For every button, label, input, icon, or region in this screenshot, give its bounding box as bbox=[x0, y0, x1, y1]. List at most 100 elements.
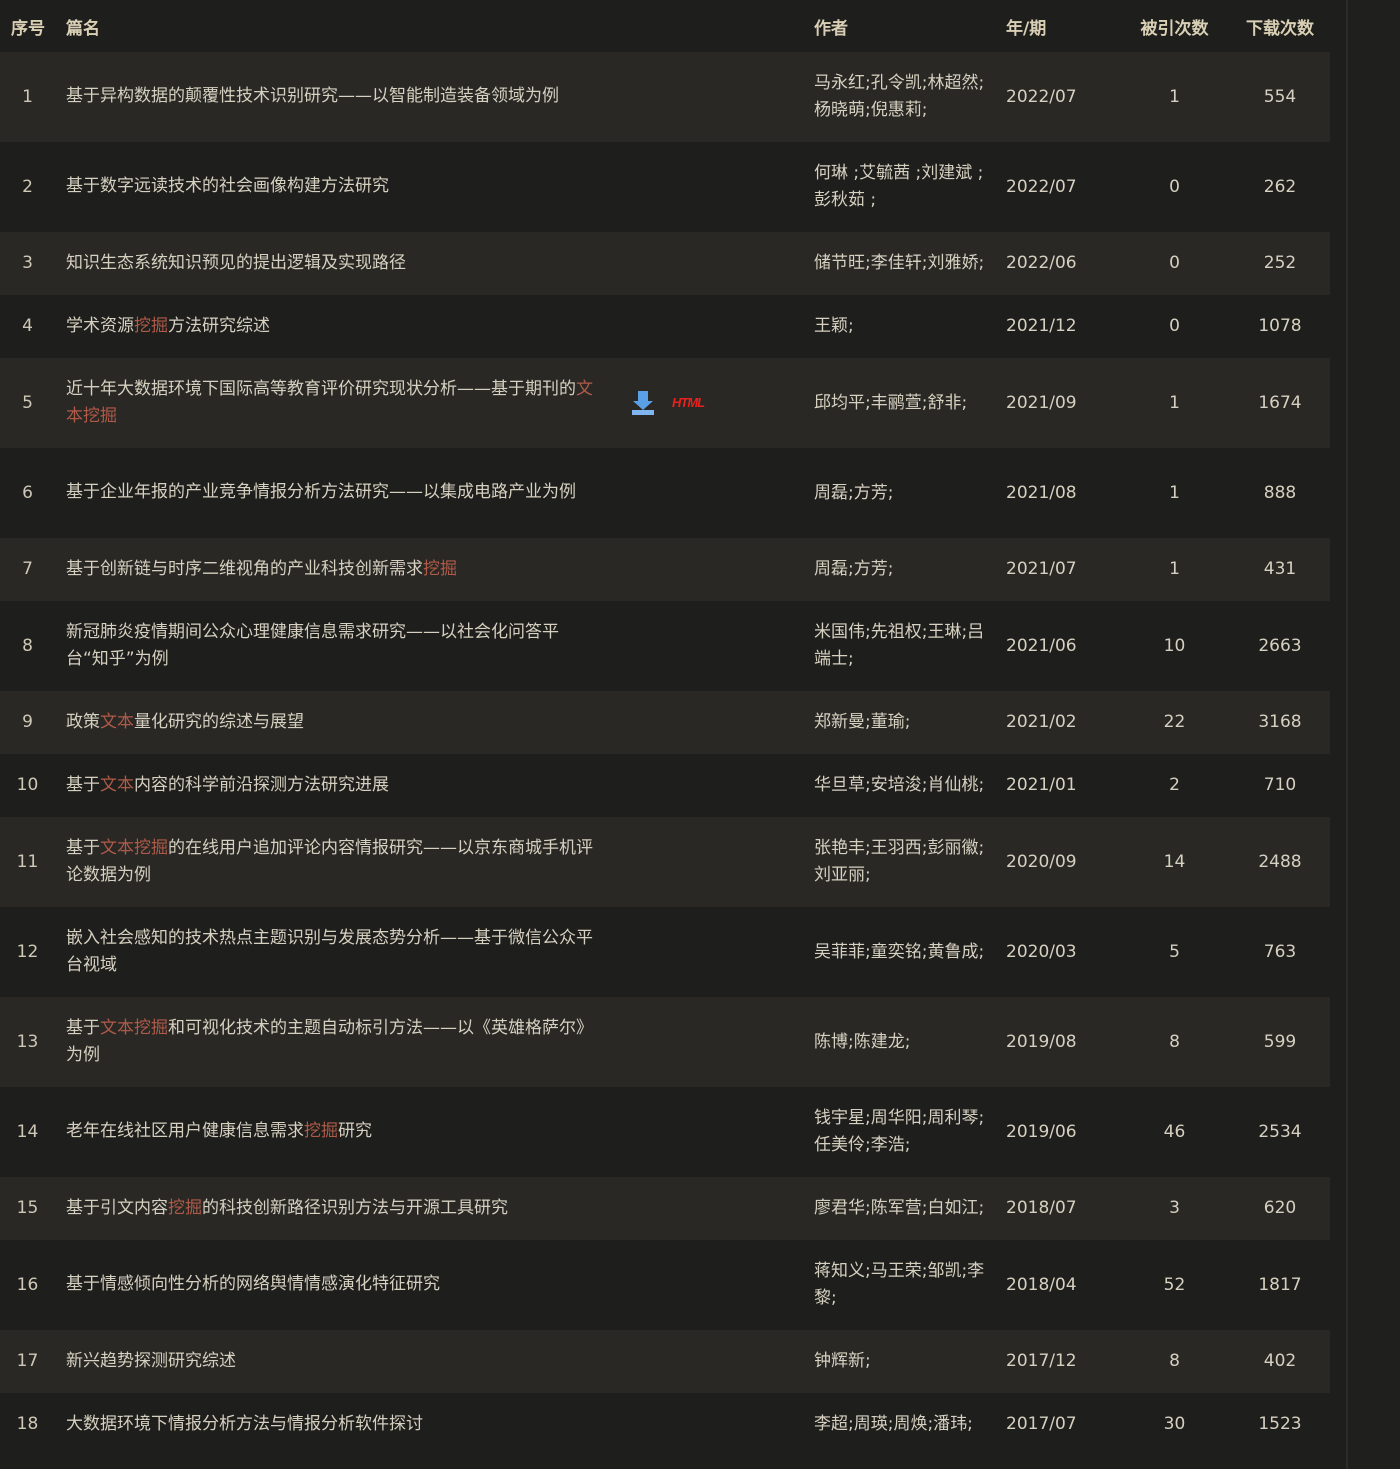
article-title-link[interactable]: 基于异构数据的颠覆性技术识别研究——以智能制造装备领域为例 bbox=[66, 83, 596, 110]
column-header-title[interactable]: 篇名 bbox=[55, 0, 814, 52]
download-count[interactable]: 888 bbox=[1230, 448, 1330, 538]
author-links[interactable]: 储节旺;李佳轩;刘雅娇; bbox=[814, 250, 996, 277]
issue-cell[interactable]: 2021/02 bbox=[1006, 691, 1119, 754]
table-header: 序号 篇名 作者 年/期 被引次数 下载次数 bbox=[0, 0, 1330, 52]
article-title-link[interactable]: 大数据环境下情报分析方法与情报分析软件探讨 bbox=[66, 1411, 596, 1438]
issue-cell[interactable]: 2017/12 bbox=[1006, 1330, 1119, 1393]
cited-count[interactable]: 1 bbox=[1119, 538, 1230, 601]
article-title-link[interactable]: 基于文本挖掘的在线用户追加评论内容情报研究——以京东商城手机评论数据为例 bbox=[66, 835, 596, 889]
article-title-link[interactable]: 政策文本量化研究的综述与展望 bbox=[66, 709, 596, 736]
author-links[interactable]: 郑新曼;董瑜; bbox=[814, 709, 996, 736]
issue-cell[interactable]: 2020/09 bbox=[1006, 817, 1119, 907]
column-header-downloads[interactable]: 下载次数 bbox=[1230, 0, 1330, 52]
article-title-link[interactable]: 学术资源挖掘方法研究综述 bbox=[66, 313, 596, 340]
author-links[interactable]: 米国伟;先祖权;王琳;吕端士; bbox=[814, 619, 996, 673]
author-links[interactable]: 马永红;孔令凯;林超然;杨晓萌;倪惠莉; bbox=[814, 70, 996, 124]
issue-cell[interactable]: 2020/03 bbox=[1006, 907, 1119, 997]
author-links[interactable]: 张艳丰;王羽西;彭丽徽;刘亚丽; bbox=[814, 835, 996, 889]
issue-cell[interactable]: 2018/04 bbox=[1006, 1240, 1119, 1330]
download-count[interactable]: 763 bbox=[1230, 907, 1330, 997]
issue-cell[interactable]: 2021/07 bbox=[1006, 538, 1119, 601]
download-count[interactable]: 2663 bbox=[1230, 601, 1330, 691]
download-count[interactable]: 620 bbox=[1230, 1177, 1330, 1240]
cited-count[interactable]: 8 bbox=[1119, 997, 1230, 1087]
download-count[interactable]: 262 bbox=[1230, 142, 1330, 232]
download-count[interactable]: 2534 bbox=[1230, 1087, 1330, 1177]
scrollbar-track[interactable] bbox=[1346, 0, 1400, 1469]
download-count[interactable]: 252 bbox=[1230, 232, 1330, 295]
cited-count[interactable]: 8 bbox=[1119, 1330, 1230, 1393]
row-number: 9 bbox=[0, 691, 55, 754]
download-icon[interactable] bbox=[632, 390, 654, 415]
author-links[interactable]: 陈博;陈建龙; bbox=[814, 1029, 996, 1056]
cited-count[interactable]: 52 bbox=[1119, 1240, 1230, 1330]
cited-count[interactable]: 0 bbox=[1119, 295, 1230, 358]
article-title-link[interactable]: 基于企业年报的产业竞争情报分析方法研究——以集成电路产业为例 bbox=[66, 479, 596, 506]
author-links[interactable]: 周磊;方芳; bbox=[814, 480, 996, 507]
issue-cell[interactable]: 2021/09 bbox=[1006, 358, 1119, 448]
download-count[interactable]: 431 bbox=[1230, 538, 1330, 601]
author-links[interactable]: 王颖; bbox=[814, 313, 996, 340]
issue-cell[interactable]: 2021/12 bbox=[1006, 295, 1119, 358]
cited-count[interactable]: 1 bbox=[1119, 358, 1230, 448]
article-title-link[interactable]: 嵌入社会感知的技术热点主题识别与发展态势分析——基于微信公众平台视域 bbox=[66, 925, 596, 979]
cited-count[interactable]: 2 bbox=[1119, 754, 1230, 817]
article-title-link[interactable]: 基于文本内容的科学前沿探测方法研究进展 bbox=[66, 772, 596, 799]
cited-count[interactable]: 3 bbox=[1119, 1177, 1230, 1240]
download-count[interactable]: 1078 bbox=[1230, 295, 1330, 358]
issue-cell[interactable]: 2022/07 bbox=[1006, 142, 1119, 232]
author-links[interactable]: 吴菲菲;童奕铭;黄鲁成; bbox=[814, 939, 996, 966]
download-count[interactable]: 402 bbox=[1230, 1330, 1330, 1393]
article-title-link[interactable]: 基于引文内容挖掘的科技创新路径识别方法与开源工具研究 bbox=[66, 1195, 596, 1222]
download-count[interactable]: 1674 bbox=[1230, 358, 1330, 448]
cited-count[interactable]: 14 bbox=[1119, 817, 1230, 907]
article-title-link[interactable]: 知识生态系统知识预见的提出逻辑及实现路径 bbox=[66, 250, 596, 277]
article-title-link[interactable]: 新兴趋势探测研究综述 bbox=[66, 1348, 596, 1375]
download-count[interactable]: 554 bbox=[1230, 52, 1330, 142]
issue-cell[interactable]: 2019/06 bbox=[1006, 1087, 1119, 1177]
cited-count[interactable]: 46 bbox=[1119, 1087, 1230, 1177]
cited-count[interactable]: 22 bbox=[1119, 691, 1230, 754]
author-links[interactable]: 钱宇星;周华阳;周利琴;任美伶;李浩; bbox=[814, 1105, 996, 1159]
cited-count[interactable]: 1 bbox=[1119, 52, 1230, 142]
article-title-link[interactable]: 老年在线社区用户健康信息需求挖掘研究 bbox=[66, 1118, 596, 1145]
download-count[interactable]: 710 bbox=[1230, 754, 1330, 817]
author-links[interactable]: 李超;周瑛;周焕;潘玮; bbox=[814, 1411, 996, 1438]
download-count[interactable]: 1523 bbox=[1230, 1393, 1330, 1456]
column-header-author[interactable]: 作者 bbox=[814, 0, 1006, 52]
issue-cell[interactable]: 2018/07 bbox=[1006, 1177, 1119, 1240]
download-count[interactable]: 2488 bbox=[1230, 817, 1330, 907]
author-links[interactable]: 廖君华;陈军营;白如江; bbox=[814, 1195, 996, 1222]
issue-cell[interactable]: 2022/07 bbox=[1006, 52, 1119, 142]
cited-count[interactable]: 0 bbox=[1119, 142, 1230, 232]
download-count[interactable]: 1817 bbox=[1230, 1240, 1330, 1330]
issue-cell[interactable]: 2019/08 bbox=[1006, 997, 1119, 1087]
cited-count[interactable]: 30 bbox=[1119, 1393, 1230, 1456]
article-title-link[interactable]: 新冠肺炎疫情期间公众心理健康信息需求研究——以社会化问答平台“知乎”为例 bbox=[66, 619, 596, 673]
article-title-link[interactable]: 近十年大数据环境下国际高等教育评价研究现状分析——基于期刊的文本挖掘 bbox=[66, 376, 596, 430]
cited-count[interactable]: 0 bbox=[1119, 232, 1230, 295]
author-links[interactable]: 邱均平;丰鹂萱;舒非; bbox=[814, 390, 996, 417]
author-links[interactable]: 钟辉新; bbox=[814, 1348, 996, 1375]
issue-cell[interactable]: 2022/06 bbox=[1006, 232, 1119, 295]
html-view-button[interactable]: HTML bbox=[672, 389, 705, 416]
cited-count[interactable]: 5 bbox=[1119, 907, 1230, 997]
author-links[interactable]: 何琳 ;艾毓茜 ;刘建斌 ;彭秋茹 ; bbox=[814, 160, 996, 214]
issue-cell[interactable]: 2021/06 bbox=[1006, 601, 1119, 691]
author-links[interactable]: 蒋知义;马王荣;邹凯;李黎; bbox=[814, 1258, 996, 1312]
article-title-link[interactable]: 基于文本挖掘和可视化技术的主题自动标引方法——以《英雄格萨尔》为例 bbox=[66, 1015, 596, 1069]
cited-count[interactable]: 1 bbox=[1119, 448, 1230, 538]
issue-cell[interactable]: 2017/07 bbox=[1006, 1393, 1119, 1456]
article-title-link[interactable]: 基于创新链与时序二维视角的产业科技创新需求挖掘 bbox=[66, 556, 596, 583]
column-header-issue[interactable]: 年/期 bbox=[1006, 0, 1119, 52]
author-links[interactable]: 周磊;方芳; bbox=[814, 556, 996, 583]
issue-cell[interactable]: 2021/01 bbox=[1006, 754, 1119, 817]
cited-count[interactable]: 10 bbox=[1119, 601, 1230, 691]
issue-cell[interactable]: 2021/08 bbox=[1006, 448, 1119, 538]
column-header-cited[interactable]: 被引次数 bbox=[1119, 0, 1230, 52]
author-links[interactable]: 华旦草;安培浚;肖仙桃; bbox=[814, 772, 996, 799]
article-title-link[interactable]: 基于情感倾向性分析的网络舆情情感演化特征研究 bbox=[66, 1271, 596, 1298]
download-count[interactable]: 599 bbox=[1230, 997, 1330, 1087]
download-count[interactable]: 3168 bbox=[1230, 691, 1330, 754]
article-title-link[interactable]: 基于数字远读技术的社会画像构建方法研究 bbox=[66, 173, 596, 200]
